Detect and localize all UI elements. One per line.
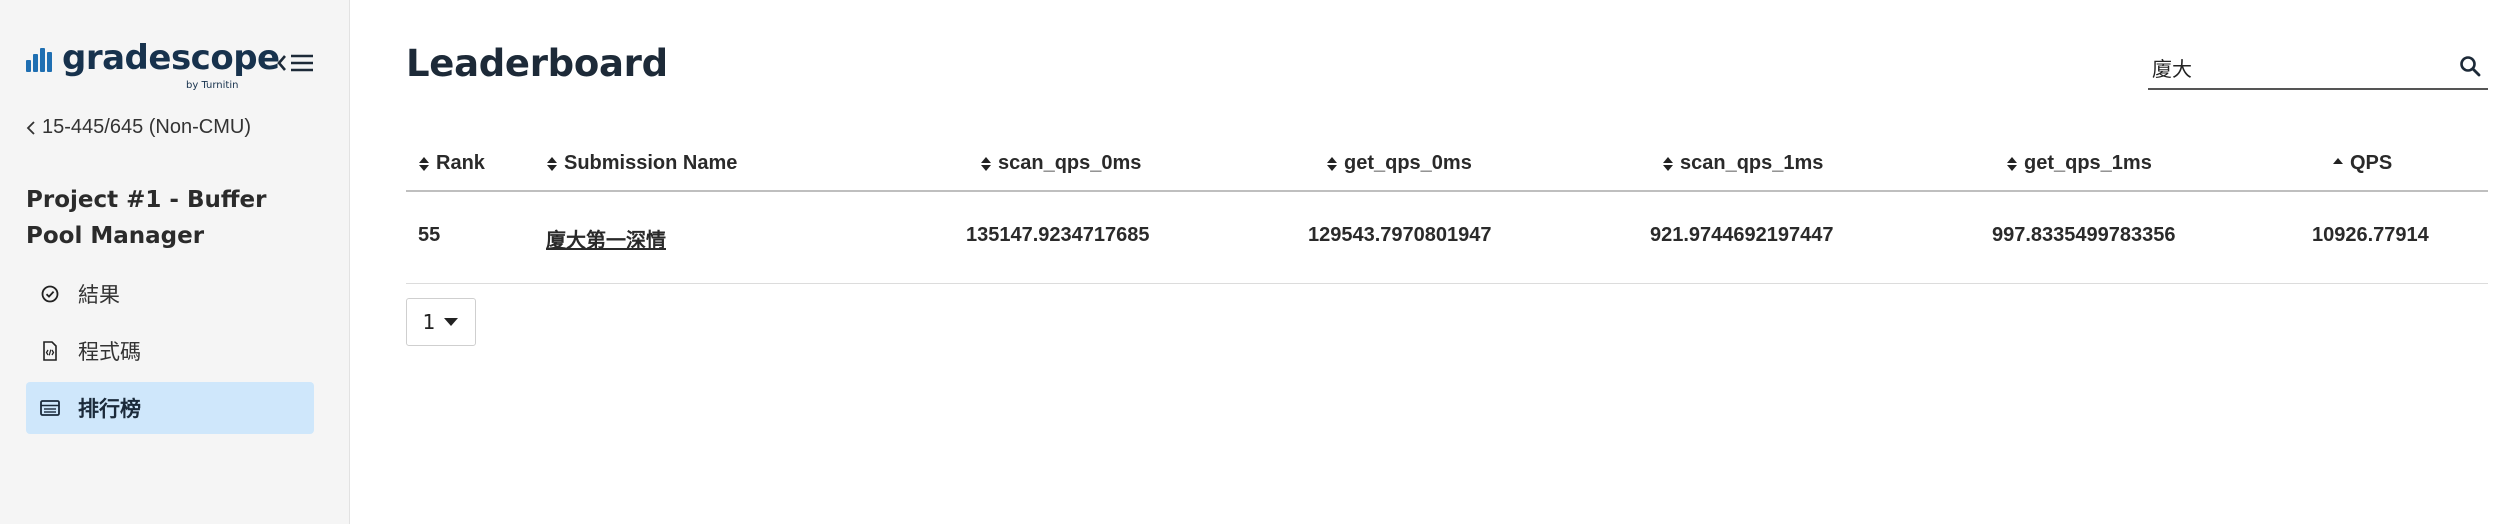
logo-tagline: by Turnitin (186, 80, 239, 91)
page-select-dropdown[interactable]: 1 (406, 298, 476, 346)
search-button[interactable] (2458, 54, 2484, 80)
search-icon (2460, 56, 2481, 77)
course-back-link[interactable]: 15-445/645 (Non-CMU) (26, 116, 251, 139)
sidebar-item-label: 排行榜 (78, 397, 141, 421)
collapse-sidebar-button[interactable] (276, 48, 316, 78)
logo-wordmark: gradescope (62, 38, 280, 78)
logo-bars-icon (26, 46, 56, 72)
column-label: Submission Name (564, 152, 738, 174)
cell-rank: 55 (418, 224, 441, 246)
table-row: 55 廈大第一深情 135147.9234717685 129543.79708… (406, 192, 2488, 284)
sort-both-icon (547, 156, 557, 171)
column-header-rank[interactable]: Rank (418, 152, 485, 175)
sort-ascending-icon (2333, 157, 2343, 164)
column-header-scan-qps-0ms[interactable]: scan_qps_0ms (980, 152, 1141, 175)
sidebar-item-label: 程式碼 (78, 340, 141, 364)
column-label: scan_qps_0ms (998, 152, 1142, 174)
leaderboard-search (2148, 48, 2488, 90)
search-input[interactable] (2152, 50, 2442, 84)
sidebar-item-results[interactable]: 結果 (26, 268, 314, 320)
sidebar-item-label: 結果 (78, 283, 120, 307)
column-label: get_qps_1ms (2024, 152, 2152, 174)
cell-scan-qps-1ms: 921.9744692197447 (1650, 224, 1834, 246)
sort-both-icon (419, 156, 429, 171)
sort-both-icon (2007, 156, 2017, 171)
assignment-title: Project #1 - Buffer Pool Manager (26, 187, 267, 249)
caret-down-icon (444, 318, 459, 326)
column-header-get-qps-1ms[interactable]: get_qps_1ms (2006, 152, 2152, 175)
cell-submission-name-link[interactable]: 廈大第一深情 (546, 224, 666, 253)
current-page: 1 (422, 310, 436, 334)
leaderboard-icon (40, 398, 60, 418)
page-title: Leaderboard (406, 42, 668, 85)
chevron-left-icon (26, 120, 35, 135)
cell-scan-qps-0ms: 135147.9234717685 (966, 224, 1150, 246)
table-body: 55 廈大第一深情 135147.9234717685 129543.79708… (406, 192, 2488, 284)
sidebar: gradescope by Turnitin 15-445/645 (Non-C… (0, 0, 350, 524)
sidebar-item-code[interactable]: 程式碼 (26, 325, 314, 377)
sort-both-icon (981, 156, 991, 171)
sort-both-icon (1663, 156, 1673, 171)
column-label: QPS (2350, 152, 2393, 174)
column-header-scan-qps-1ms[interactable]: scan_qps_1ms (1662, 152, 1823, 175)
sidebar-item-leaderboard[interactable]: 排行榜 (26, 382, 314, 434)
cell-qps: 10926.77914 (2312, 224, 2429, 246)
column-header-submission-name[interactable]: Submission Name (546, 152, 737, 175)
column-label: scan_qps_1ms (1680, 152, 1824, 174)
cell-get-qps-1ms: 997.8335499783356 (1992, 224, 2176, 246)
code-file-icon (40, 341, 60, 361)
check-circle-icon (40, 284, 60, 304)
column-header-qps[interactable]: QPS (2332, 152, 2392, 175)
column-label: get_qps_0ms (1344, 152, 1472, 174)
collapse-menu-icon (277, 54, 313, 72)
cell-get-qps-0ms: 129543.7970801947 (1308, 224, 1492, 246)
sort-both-icon (1327, 156, 1337, 171)
course-back-label: 15-445/645 (Non-CMU) (42, 116, 251, 138)
table-header: Rank Submission Name scan_qps_0ms get_qp… (406, 140, 2488, 192)
leaderboard-table: Rank Submission Name scan_qps_0ms get_qp… (406, 140, 2488, 284)
column-label: Rank (436, 152, 485, 174)
column-header-get-qps-0ms[interactable]: get_qps_0ms (1326, 152, 1472, 175)
